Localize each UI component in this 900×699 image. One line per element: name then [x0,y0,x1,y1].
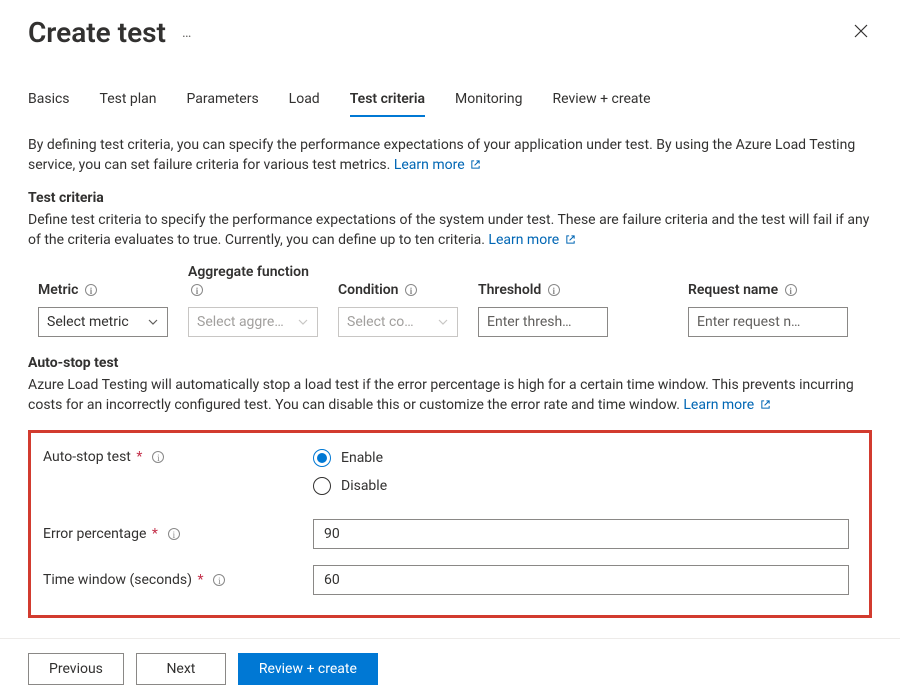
info-icon[interactable]: i [85,284,97,296]
tab-test-plan[interactable]: Test plan [100,91,157,117]
radio-disable[interactable]: Disable [313,477,849,495]
threshold-input[interactable]: Enter thresh… [478,307,608,337]
auto-stop-config-box: Auto-stop test * i Enable Disable [28,430,872,618]
learn-more-link-2[interactable]: Learn more [488,232,575,248]
close-icon [854,24,868,38]
next-button[interactable]: Next [136,653,226,685]
more-actions-icon[interactable]: … [182,25,191,41]
external-link-icon [565,234,576,245]
auto-stop-test-label: Auto-stop test * i [43,449,313,465]
error-percentage-label: Error percentage * i [43,526,313,542]
required-asterisk: * [152,526,158,542]
tab-parameters[interactable]: Parameters [187,91,259,117]
condition-select[interactable]: Select co… [338,307,458,337]
col-header-metric: Metric i [38,282,168,300]
criteria-header-row: Metric i Aggregate function i Condition … [28,264,872,299]
test-criteria-heading: Test criteria [28,190,872,206]
required-asterisk: * [197,572,203,588]
col-header-threshold: Threshold i [478,282,608,300]
time-window-label: Time window (seconds) * i [43,572,313,588]
info-icon[interactable]: i [405,284,417,296]
auto-stop-heading: Auto-stop test [28,355,872,371]
tab-basics[interactable]: Basics [28,91,70,117]
review-create-button[interactable]: Review + create [238,653,378,685]
col-header-aggregate: Aggregate function i [188,264,318,299]
panel-header: Create test … [0,0,900,49]
page-title: Create test [28,16,166,49]
info-icon[interactable]: i [213,574,225,586]
info-icon[interactable]: i [168,528,180,540]
tab-bar: Basics Test plan Parameters Load Test cr… [0,91,900,117]
info-icon[interactable]: i [191,284,203,296]
info-icon[interactable]: i [152,451,164,463]
col-header-request: Request name i [688,282,848,300]
external-link-icon [470,159,481,170]
criteria-row: Select metric Select aggre… Select co… E… [28,307,872,337]
auto-stop-radio-group: Enable Disable [313,449,849,495]
chevron-down-icon [147,316,159,328]
intro-paragraph: By defining test criteria, you can speci… [28,135,872,176]
info-icon[interactable]: i [785,284,797,296]
learn-more-link-3[interactable]: Learn more [683,397,770,413]
chevron-down-icon [297,316,309,328]
error-percentage-input[interactable] [313,519,849,549]
radio-circle-icon [313,449,331,467]
auto-stop-desc: Azure Load Testing will automatically st… [28,375,872,416]
col-header-condition: Condition i [338,282,458,300]
tab-review-create[interactable]: Review + create [553,91,651,117]
tab-test-criteria[interactable]: Test criteria [350,91,425,117]
radio-enable[interactable]: Enable [313,449,849,467]
footer-divider [0,638,900,639]
content-area: By defining test criteria, you can speci… [0,117,900,618]
radio-circle-icon [313,477,331,495]
request-name-input[interactable]: Enter request n… [688,307,848,337]
info-icon[interactable]: i [548,284,560,296]
chevron-down-icon [437,316,449,328]
learn-more-link-1[interactable]: Learn more [394,157,481,173]
required-asterisk: * [136,449,142,465]
time-window-input[interactable] [313,565,849,595]
tab-monitoring[interactable]: Monitoring [455,91,523,117]
close-button[interactable] [850,20,872,46]
aggregate-select[interactable]: Select aggre… [188,307,318,337]
metric-select[interactable]: Select metric [38,307,168,337]
test-criteria-desc: Define test criteria to specify the perf… [28,210,872,251]
tab-load[interactable]: Load [289,91,320,117]
previous-button[interactable]: Previous [28,653,124,685]
external-link-icon [760,399,771,410]
footer-actions: Previous Next Review + create [28,653,378,685]
